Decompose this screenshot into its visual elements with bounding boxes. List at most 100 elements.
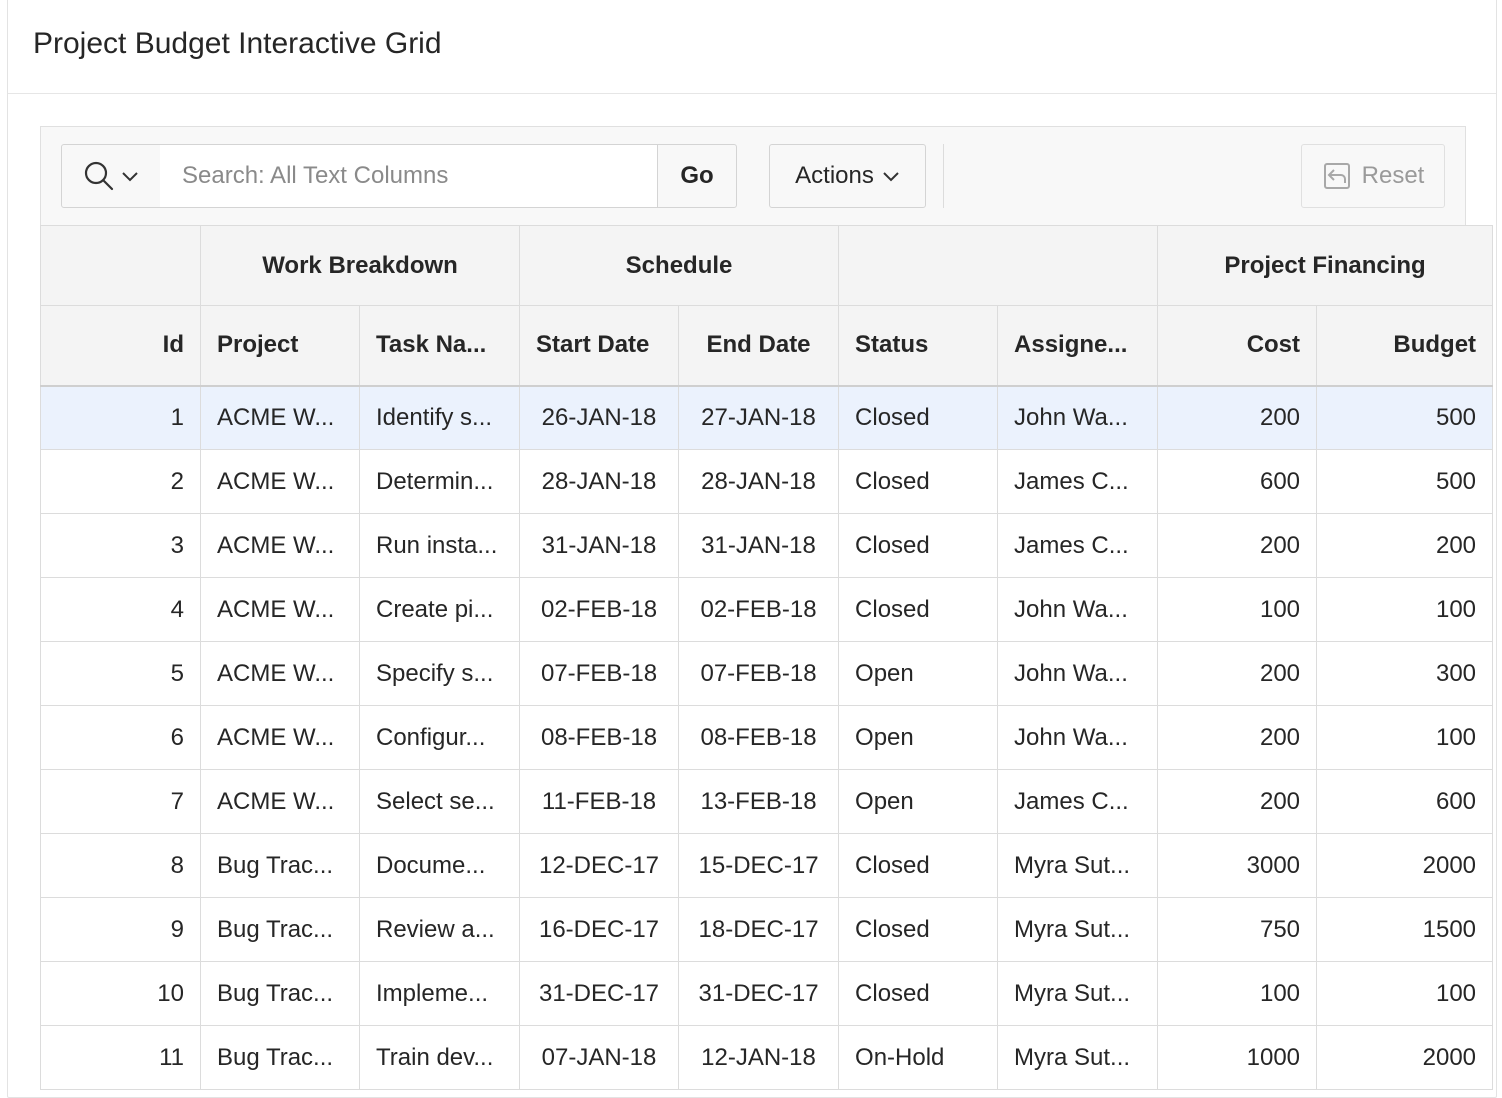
cell-id[interactable]: 10 <box>40 961 201 1026</box>
cell-project[interactable]: Bug Trac... <box>200 1025 360 1090</box>
cell-end-date[interactable]: 31-DEC-17 <box>678 961 840 1026</box>
table-row[interactable]: 5 ACME W... Specify s... 07-FEB-18 07-FEB-18… <box>40 641 1494 706</box>
search-input[interactable] <box>160 144 658 208</box>
cell-start-date[interactable]: 12-DEC-17 <box>519 833 680 898</box>
cell-status[interactable]: Open <box>838 641 999 706</box>
cell-status[interactable]: Closed <box>838 833 999 898</box>
column-header-status[interactable]: Status <box>838 305 999 387</box>
cell-cost[interactable]: 200 <box>1157 385 1318 450</box>
cell-task-name[interactable]: Run insta... <box>358 513 521 578</box>
table-row[interactable]: 9 Bug Trac... Review a... 16-DEC-17 18-DEC-1… <box>40 897 1494 962</box>
search-column-menu-button[interactable] <box>61 144 161 208</box>
table-row[interactable]: 10 Bug Trac... Impleme... 31-DEC-17 31-DEC-1… <box>40 961 1494 1026</box>
cell-assignee[interactable]: Myra Sut... <box>997 961 1159 1026</box>
table-row[interactable]: 2 ACME W... Determin... 28-JAN-18 28-JAN-18 C… <box>40 449 1494 514</box>
cell-project[interactable]: ACME W... <box>200 385 360 450</box>
cell-id[interactable]: 7 <box>40 769 201 834</box>
cell-project[interactable]: ACME W... <box>200 705 360 770</box>
cell-assignee[interactable]: John Wa... <box>997 641 1159 706</box>
cell-end-date[interactable]: 28-JAN-18 <box>678 449 840 514</box>
cell-status[interactable]: Closed <box>838 385 999 450</box>
cell-project[interactable]: ACME W... <box>200 449 360 514</box>
cell-task-name[interactable]: Select se... <box>358 769 521 834</box>
cell-budget[interactable]: 500 <box>1316 385 1494 450</box>
cell-id[interactable]: 3 <box>40 513 201 578</box>
cell-project[interactable]: ACME W... <box>200 513 360 578</box>
cell-budget[interactable]: 300 <box>1316 641 1494 706</box>
cell-cost[interactable]: 1000 <box>1157 1025 1318 1090</box>
cell-cost[interactable]: 3000 <box>1157 833 1318 898</box>
table-row[interactable]: 11 Bug Trac... Train dev... 07-JAN-18 12-JAN… <box>40 1025 1494 1090</box>
cell-cost[interactable]: 200 <box>1157 769 1318 834</box>
cell-budget[interactable]: 600 <box>1316 769 1494 834</box>
column-header-start-date[interactable]: Start Date <box>519 305 680 387</box>
cell-end-date[interactable]: 27-JAN-18 <box>678 385 840 450</box>
column-header-end-date[interactable]: End Date <box>678 305 840 387</box>
cell-assignee[interactable]: Myra Sut... <box>997 897 1159 962</box>
table-row[interactable]: 3 ACME W... Run insta... 31-JAN-18 31-JAN-18… <box>40 513 1494 578</box>
cell-status[interactable]: Closed <box>838 961 999 1026</box>
cell-project[interactable]: ACME W... <box>200 641 360 706</box>
cell-task-name[interactable]: Docume... <box>358 833 521 898</box>
cell-cost[interactable]: 200 <box>1157 513 1318 578</box>
cell-start-date[interactable]: 07-FEB-18 <box>519 641 680 706</box>
cell-start-date[interactable]: 08-FEB-18 <box>519 705 680 770</box>
cell-task-name[interactable]: Create pi... <box>358 577 521 642</box>
cell-assignee[interactable]: John Wa... <box>997 705 1159 770</box>
cell-start-date[interactable]: 07-JAN-18 <box>519 1025 680 1090</box>
cell-budget[interactable]: 100 <box>1316 705 1494 770</box>
cell-cost[interactable]: 200 <box>1157 641 1318 706</box>
cell-id[interactable]: 2 <box>40 449 201 514</box>
cell-budget[interactable]: 100 <box>1316 577 1494 642</box>
cell-end-date[interactable]: 07-FEB-18 <box>678 641 840 706</box>
table-row[interactable]: 6 ACME W... Configur... 08-FEB-18 08-FEB-18 O… <box>40 705 1494 770</box>
table-row[interactable]: 1 ACME W... Identify s... 26-JAN-18 27-JAN-1… <box>40 385 1494 450</box>
reset-button[interactable]: Reset <box>1301 144 1445 208</box>
cell-start-date[interactable]: 31-DEC-17 <box>519 961 680 1026</box>
cell-assignee[interactable]: John Wa... <box>997 577 1159 642</box>
cell-status[interactable]: Closed <box>838 577 999 642</box>
cell-cost[interactable]: 200 <box>1157 705 1318 770</box>
cell-status[interactable]: Closed <box>838 897 999 962</box>
cell-assignee[interactable]: John Wa... <box>997 385 1159 450</box>
cell-id[interactable]: 9 <box>40 897 201 962</box>
cell-project[interactable]: Bug Trac... <box>200 961 360 1026</box>
cell-id[interactable]: 11 <box>40 1025 201 1090</box>
cell-project[interactable]: ACME W... <box>200 769 360 834</box>
cell-id[interactable]: 6 <box>40 705 201 770</box>
cell-status[interactable]: Open <box>838 705 999 770</box>
cell-task-name[interactable]: Configur... <box>358 705 521 770</box>
cell-task-name[interactable]: Determin... <box>358 449 521 514</box>
cell-end-date[interactable]: 18-DEC-17 <box>678 897 840 962</box>
cell-budget[interactable]: 200 <box>1316 513 1494 578</box>
cell-status[interactable]: Closed <box>838 449 999 514</box>
cell-project[interactable]: ACME W... <box>200 577 360 642</box>
column-header-id[interactable]: Id <box>40 305 201 387</box>
cell-task-name[interactable]: Impleme... <box>358 961 521 1026</box>
table-row[interactable]: 7 ACME W... Select se... 11-FEB-18 13-FEB-18… <box>40 769 1494 834</box>
column-header-cost[interactable]: Cost <box>1157 305 1318 387</box>
cell-end-date[interactable]: 12-JAN-18 <box>678 1025 840 1090</box>
cell-task-name[interactable]: Review a... <box>358 897 521 962</box>
cell-budget[interactable]: 100 <box>1316 961 1494 1026</box>
cell-end-date[interactable]: 02-FEB-18 <box>678 577 840 642</box>
cell-start-date[interactable]: 16-DEC-17 <box>519 897 680 962</box>
cell-project[interactable]: Bug Trac... <box>200 833 360 898</box>
cell-end-date[interactable]: 13-FEB-18 <box>678 769 840 834</box>
cell-status[interactable]: Closed <box>838 513 999 578</box>
cell-id[interactable]: 4 <box>40 577 201 642</box>
column-header-budget[interactable]: Budget <box>1316 305 1494 387</box>
cell-end-date[interactable]: 31-JAN-18 <box>678 513 840 578</box>
cell-cost[interactable]: 100 <box>1157 961 1318 1026</box>
column-header-assignee[interactable]: Assigne... <box>997 305 1159 387</box>
actions-menu-button[interactable]: Actions <box>769 144 926 208</box>
cell-status[interactable]: On-Hold <box>838 1025 999 1090</box>
cell-task-name[interactable]: Specify s... <box>358 641 521 706</box>
cell-assignee[interactable]: Myra Sut... <box>997 833 1159 898</box>
cell-assignee[interactable]: James C... <box>997 449 1159 514</box>
table-row[interactable]: 8 Bug Trac... Docume... 12-DEC-17 15-DEC-17 C… <box>40 833 1494 898</box>
cell-id[interactable]: 1 <box>40 385 201 450</box>
column-header-project[interactable]: Project <box>200 305 360 387</box>
cell-budget[interactable]: 500 <box>1316 449 1494 514</box>
cell-task-name[interactable]: Identify s... <box>358 385 521 450</box>
